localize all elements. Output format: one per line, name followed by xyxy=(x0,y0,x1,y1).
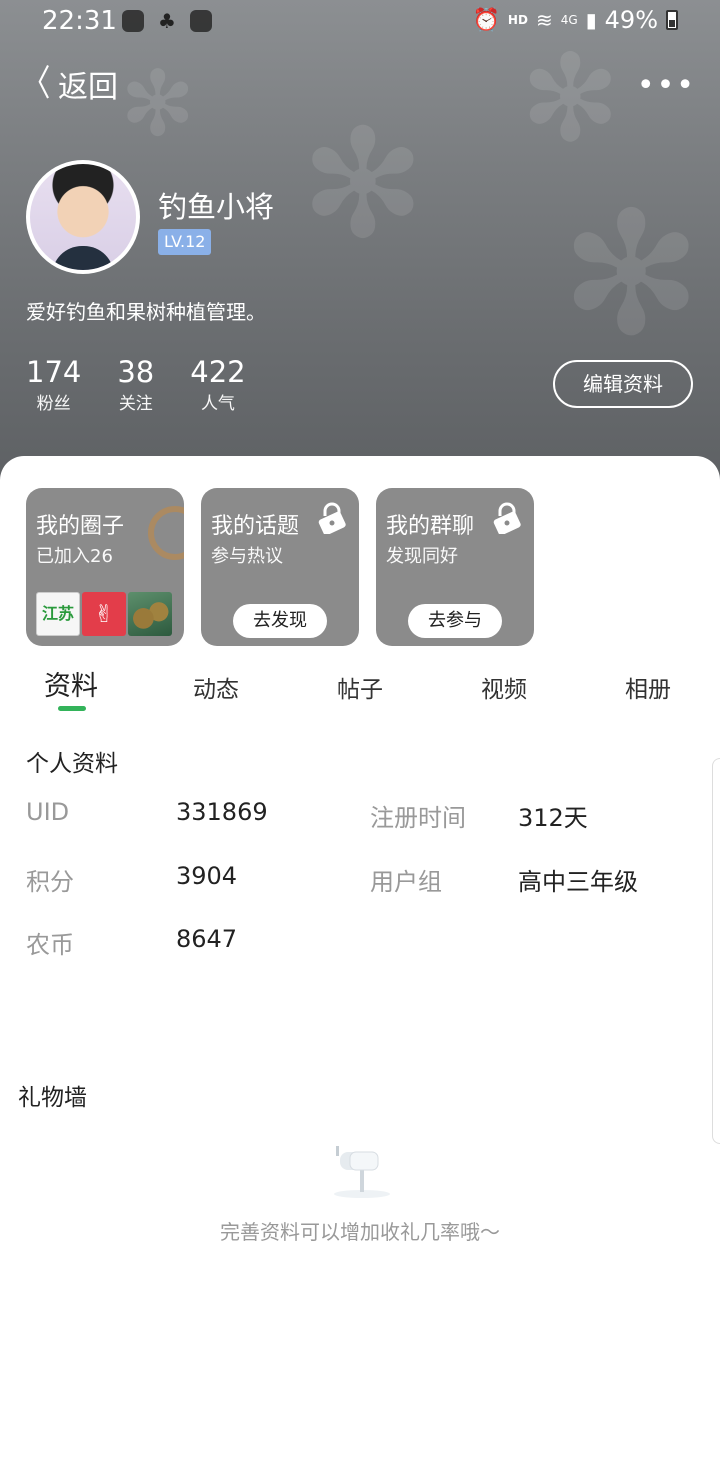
battery-icon xyxy=(666,10,678,30)
network-indicator: 4G xyxy=(560,13,578,27)
gift-wall-empty-text: 完善资料可以增加收礼几率哦～ xyxy=(220,1220,500,1244)
my-group-chats-card[interactable]: 我的群聊 发现同好 去参与 xyxy=(376,488,534,646)
stat-following[interactable]: 38 关注 xyxy=(117,354,154,418)
scroll-indicator xyxy=(712,758,720,1144)
card-subtitle: 参与热议 xyxy=(211,546,283,567)
edit-profile-button[interactable]: 编辑资料 xyxy=(553,360,693,408)
app-notification-icon xyxy=(122,10,144,32)
stat-fans[interactable]: 174 粉丝 xyxy=(26,354,81,418)
join-button[interactable]: 去参与 xyxy=(408,604,502,638)
tab-albums[interactable]: 相册 xyxy=(625,670,671,704)
card-title: 我的群聊 xyxy=(386,514,475,539)
my-topics-card[interactable]: 我的话题 参与热议 去发现 xyxy=(201,488,359,646)
my-circles-card[interactable]: 我的圈子 已加入26 江苏 ✌ xyxy=(26,488,184,646)
info-row: UID 331869 注册时间 312天 xyxy=(26,798,706,838)
tab-activity[interactable]: 动态 xyxy=(193,670,239,704)
card-title: 我的话题 xyxy=(211,514,300,539)
background-flower-icon: ✻ xyxy=(300,98,426,272)
info-key-points: 积分 xyxy=(26,868,74,896)
gift-wall-title: 礼物墙 xyxy=(18,1085,87,1111)
stats-row: 174 粉丝 38 关注 422 人气 xyxy=(26,354,246,418)
back-label: 返回 xyxy=(58,70,119,105)
background-flower-icon: ✻ xyxy=(560,176,703,374)
info-key-user-group: 用户组 xyxy=(370,868,442,896)
avatar[interactable] xyxy=(26,160,140,274)
profile-content-sheet: 我的圈子 已加入26 江苏 ✌ 我的话题 参与热议 去发现 我的群聊 发现同好 … xyxy=(0,456,720,1480)
stat-popularity[interactable]: 422 人气 xyxy=(190,354,245,418)
tab-videos[interactable]: 视频 xyxy=(481,670,527,704)
lock-icon xyxy=(493,502,521,534)
tab-profile[interactable]: 资料 xyxy=(44,664,98,703)
avatar-image xyxy=(30,164,136,270)
active-tab-indicator xyxy=(58,706,86,711)
background-flower-icon: ✻ xyxy=(520,30,621,169)
profile-header: ✻ ✻ ✻ ✻ 22:31 ♣ ⏰ HD ≋ 4G ▮ 49% 〈 返回 •••… xyxy=(0,0,720,480)
circle-decoration xyxy=(148,506,184,560)
info-row: 积分 3904 用户组 高中三年级 xyxy=(26,862,706,902)
battery-percent: 49% xyxy=(604,6,658,34)
info-value-points: 3904 xyxy=(176,862,238,890)
circle-thumbnails: 江苏 ✌ xyxy=(36,592,172,636)
stat-label: 粉丝 xyxy=(36,394,71,414)
circle-thumb-jiangsu[interactable]: 江苏 xyxy=(36,592,80,636)
status-right: ⏰ HD ≋ 4G ▮ 49% xyxy=(473,6,678,34)
background-flower-icon: ✻ xyxy=(120,52,196,157)
status-time: 22:31 xyxy=(42,6,117,36)
app-notification-icon: ♣ xyxy=(158,9,176,33)
shopping-bag-icon xyxy=(190,10,212,32)
circle-thumb-kiwi[interactable] xyxy=(128,592,172,636)
hd-indicator: HD xyxy=(507,13,528,27)
card-title: 我的圈子 xyxy=(36,514,125,539)
info-value-uid: 331869 xyxy=(176,798,268,826)
empty-mailbox-icon xyxy=(334,1146,390,1198)
circle-thumb-app[interactable]: ✌ xyxy=(82,592,126,636)
personal-info-title: 个人资料 xyxy=(26,751,118,777)
stat-number: 422 xyxy=(190,355,246,389)
info-row: 农币 8647 xyxy=(26,925,706,965)
stat-label: 关注 xyxy=(118,394,153,414)
lock-icon xyxy=(318,502,346,534)
tab-posts[interactable]: 帖子 xyxy=(337,670,383,704)
info-value-coins: 8647 xyxy=(176,925,238,953)
bio-text: 爱好钓鱼和果树种植管理。 xyxy=(26,300,266,324)
stat-label: 人气 xyxy=(200,394,235,414)
info-key-register-time: 注册时间 xyxy=(370,804,466,832)
chevron-left-icon: 〈 xyxy=(21,63,51,104)
stat-number: 38 xyxy=(117,355,155,389)
wifi-icon: ≋ xyxy=(535,8,553,32)
status-bar: 22:31 ♣ ⏰ HD ≋ 4G ▮ 49% xyxy=(0,0,720,44)
discover-button[interactable]: 去发现 xyxy=(233,604,327,638)
alarm-icon: ⏰ xyxy=(472,7,500,33)
back-button[interactable]: 〈 返回 xyxy=(18,62,118,106)
info-value-register-time: 312天 xyxy=(518,804,588,832)
more-menu-button[interactable]: ••• xyxy=(637,68,696,103)
stat-number: 174 xyxy=(26,355,82,389)
card-subtitle: 发现同好 xyxy=(386,546,458,567)
info-key-coins: 农币 xyxy=(26,931,74,959)
info-key-uid: UID xyxy=(26,798,70,826)
card-subtitle: 已加入26 xyxy=(36,546,113,567)
level-badge: LV.12 xyxy=(158,229,212,255)
info-value-user-group: 高中三年级 xyxy=(518,868,638,896)
signal-icon: ▮ xyxy=(585,8,597,32)
username: 钓鱼小将 xyxy=(158,190,275,224)
profile-tabs: 资料 动态 帖子 视频 相册 xyxy=(0,666,720,716)
